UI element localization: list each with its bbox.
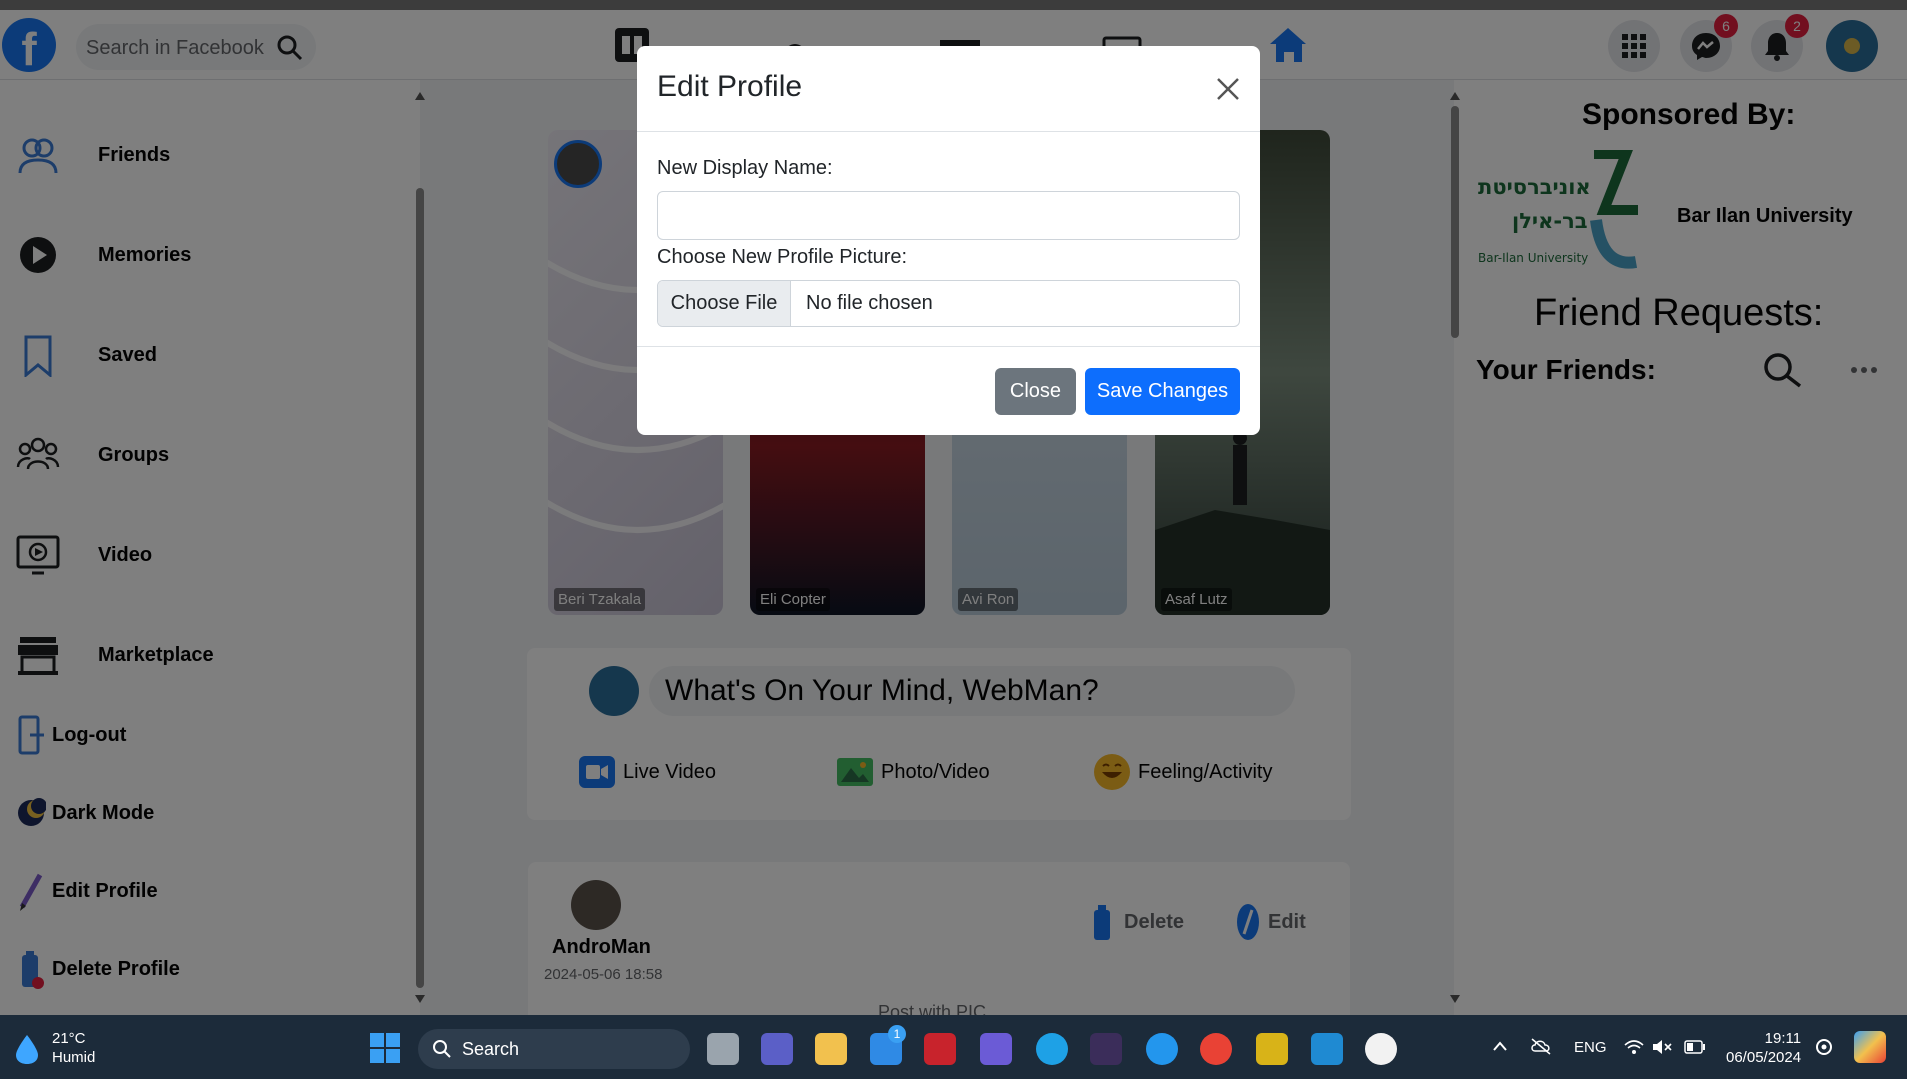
weather-drop-icon	[16, 1035, 38, 1064]
choose-file-button[interactable]: Choose File	[658, 281, 791, 326]
store-icon[interactable]: 1	[870, 1025, 906, 1065]
no-file-chosen-text: No file chosen	[806, 292, 933, 314]
copilot-icon[interactable]	[1854, 1031, 1886, 1063]
save-changes-button[interactable]: Save Changes	[1085, 368, 1240, 415]
taskbar-search[interactable]: Search	[418, 1029, 690, 1069]
language-indicator[interactable]: ENG	[1574, 1039, 1607, 1056]
taskbar-clock[interactable]: 19:11 06/05/2024	[1726, 1029, 1801, 1067]
windows-taskbar: 21°C Humid Search 1 ENG 19:11 06/05/2024	[0, 1015, 1907, 1079]
windows-start-icon[interactable]	[370, 1033, 400, 1063]
wifi-icon[interactable]	[1624, 1039, 1644, 1055]
close-icon[interactable]	[1215, 76, 1241, 102]
browser-top-strip	[0, 0, 1907, 10]
copilot-app-icon[interactable]	[980, 1033, 1012, 1065]
file-explorer-icon[interactable]	[815, 1033, 847, 1065]
weather-temperature: 21°C	[52, 1030, 86, 1047]
profile-picture-label: Choose New Profile Picture:	[657, 246, 908, 268]
chevron-up-icon[interactable]	[1492, 1039, 1508, 1053]
speaker-muted-icon[interactable]	[1652, 1039, 1672, 1055]
vscode-icon[interactable]	[1311, 1033, 1343, 1065]
modal-footer-divider	[637, 346, 1260, 347]
close-button[interactable]: Close	[995, 368, 1076, 415]
display-name-label: New Display Name:	[657, 157, 833, 179]
chrome-icon[interactable]	[1200, 1033, 1232, 1065]
weather-condition: Humid	[52, 1049, 96, 1066]
display-name-input[interactable]	[657, 191, 1240, 240]
yellow-app-icon[interactable]	[1256, 1033, 1288, 1065]
profile-picture-file-input[interactable]: Choose File No file chosen	[657, 280, 1240, 327]
settings-gear-icon[interactable]	[1814, 1037, 1834, 1057]
purple-app-icon[interactable]	[1090, 1033, 1122, 1065]
clock-time: 19:11	[1764, 1030, 1802, 1047]
cloud-off-icon[interactable]	[1530, 1037, 1552, 1055]
mcafee-icon[interactable]	[924, 1033, 956, 1065]
search-icon	[433, 1040, 451, 1058]
store-badge: 1	[888, 1025, 906, 1043]
android-studio-icon[interactable]	[1365, 1033, 1397, 1065]
task-view-icon[interactable]	[707, 1033, 739, 1065]
clock-date: 06/05/2024	[1726, 1049, 1802, 1066]
modal-header: Edit Profile	[637, 46, 1260, 132]
taskbar-search-label: Search	[462, 1039, 520, 1059]
edge-icon[interactable]	[1036, 1033, 1068, 1065]
edit-profile-modal: Edit Profile New Display Name: Choose Ne…	[637, 46, 1260, 435]
battery-icon[interactable]	[1684, 1040, 1706, 1054]
modal-title: Edit Profile	[657, 70, 803, 103]
teams-icon[interactable]	[761, 1033, 793, 1065]
weather-widget[interactable]: 21°C Humid	[52, 1029, 95, 1067]
docker-icon[interactable]	[1146, 1033, 1178, 1065]
